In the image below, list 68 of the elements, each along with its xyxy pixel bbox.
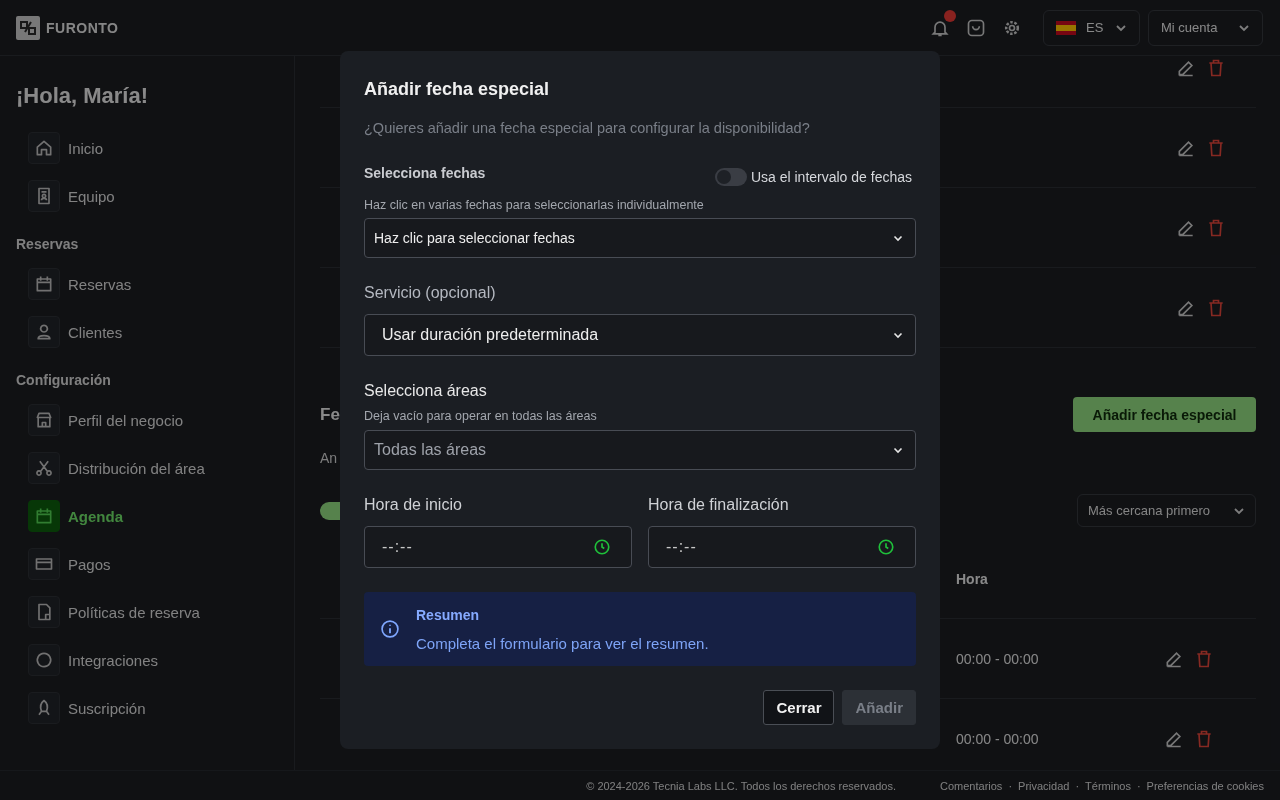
close-button[interactable]: Cerrar [763,690,835,725]
footer-link[interactable]: Preferencias de cookies [1146,779,1264,792]
logo-icon [16,15,40,40]
sidebar-item[interactable]: Perfil del negocio [16,400,184,440]
sidebar-item[interactable]: Reservas [16,264,132,304]
language-selector[interactable]: ES [1043,9,1140,46]
home-icon [28,132,60,164]
table-cell: 00:00 - 00:00 [956,730,1039,747]
sidebar-section-title: Reservas [16,235,80,254]
field-label: Servicio (opcional) [364,283,497,303]
field-label: Hora de inicio [364,495,463,515]
sidebar-item[interactable]: Distribución del área [16,448,205,488]
sidebar-item[interactable]: Inicio [16,128,104,168]
footer-link[interactable]: Comentarios [940,779,1003,792]
field-label: Selecciona áreas [364,381,488,401]
flag-icon [1056,20,1076,35]
sidebar-item[interactable]: Suscripción [16,688,146,728]
toggle-label: Usa el intervalo de fechas [750,168,912,186]
time-field[interactable]: --:-- [364,526,632,568]
account-menu[interactable]: Mi cuenta [1148,9,1263,46]
copyright-text: © 2024-2026 Tecnia Labs LLC. Todos los derechos reservados. [586,779,896,792]
sidebar-item[interactable]: Integraciones [16,640,159,680]
areas-select[interactable]: Todas las áreas [364,430,916,470]
clock-icon [877,538,895,556]
summary-text: Completa el formulario para ver el resumen. [416,633,709,654]
link-separator: · [1075,779,1080,792]
clock-icon [593,538,611,556]
calendar-icon [28,268,60,300]
sidebar-item[interactable]: Equipo [16,176,115,216]
greeting: ¡Hola, María! [16,82,150,110]
summary-title: Resumen [416,605,481,625]
badge-icon [28,180,60,212]
date-select[interactable]: Haz clic para seleccionar fechas [364,218,916,258]
section-title: Fe [320,404,340,426]
section-subtitle: An [320,449,339,468]
info-icon [380,619,400,639]
time-field[interactable]: --:-- [648,526,916,568]
dialog-title: Añadir fecha especial [364,78,551,101]
table-cell: 00:00 - 00:00 [956,650,1039,667]
footer-link[interactable]: Términos [1085,779,1131,792]
calendar-icon [28,500,60,532]
logo-text: FURONTO [46,19,119,36]
sidebar-item[interactable]: Políticas de reserva [16,592,200,632]
field-hint: Deja vacío para operar en todas las áreas [364,408,598,424]
field-label: Selecciona fechas [364,164,486,183]
sidebar-item[interactable]: Pagos [16,544,111,584]
sidebar-section-title: Configuración [16,371,112,390]
column-header: Hora [956,571,988,587]
field-hint: Haz clic en varias fechas para seleccionarlas individualmente [364,197,705,213]
sidebar-item[interactable]: Clientes [16,312,123,352]
tray-icon[interactable] [966,17,986,38]
service-select[interactable]: Usar duración predeterminada [364,314,916,356]
store-icon [28,404,60,436]
toggle-switch[interactable] [320,501,340,520]
link-separator: · [1136,779,1141,792]
rocket-icon [28,692,60,724]
dialog-subtitle: ¿Quieres añadir una fecha especial para configurar la disponibilidad? [364,119,811,138]
add-special-date-button[interactable]: Añadir fecha especial [1073,397,1256,432]
footer-link[interactable]: Privacidad [1018,779,1070,792]
field-label: Hora de finalización [648,495,790,515]
card-icon [28,548,60,580]
document-icon [28,596,60,628]
sort-select[interactable]: Más cercana primero [1077,494,1256,527]
scissors-icon [28,452,60,484]
link-separator: · [1008,779,1013,792]
toggle-switch[interactable] [714,168,747,186]
sidebar-item[interactable]: Agenda [16,496,123,536]
person-icon [28,316,60,348]
